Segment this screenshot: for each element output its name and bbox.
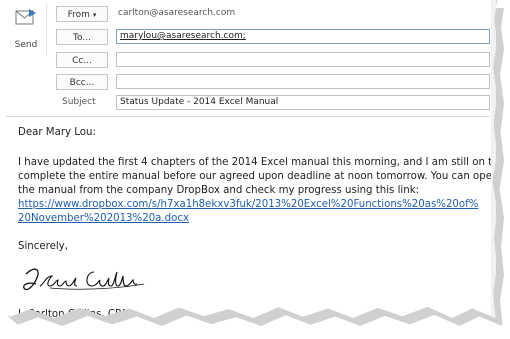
paragraph-line: I have updated the first 4 chapters of t… (18, 157, 510, 168)
cc-button[interactable]: Cc... (56, 52, 108, 68)
send-label: Send (14, 40, 38, 50)
subject-field[interactable]: Status Update - 2014 Excel Manual (116, 95, 490, 110)
from-address: carlton@asaresearch.com (118, 8, 236, 18)
from-label: From (67, 10, 90, 20)
dropbox-link-continued[interactable]: 20November%202013%20a.docx (18, 212, 488, 226)
vertical-scrollbar[interactable] (491, 0, 496, 318)
to-label: To... (73, 33, 91, 43)
chevron-down-icon: ▾ (92, 11, 97, 19)
bcc-field[interactable] (116, 74, 490, 89)
cc-field[interactable] (116, 52, 490, 67)
send-button[interactable]: Send (6, 4, 47, 56)
email-composer-screenshot: Send From ▾ carlton@asaresearch.com To...… (0, 0, 510, 339)
bcc-button[interactable]: Bcc... (56, 74, 108, 90)
from-button[interactable]: From ▾ (56, 6, 108, 22)
subject-label: Subject (62, 97, 96, 107)
greeting: Dear Mary Lou: (18, 127, 96, 138)
dropbox-link[interactable]: https://www.dropbox.com/s/h7xa1h8ekxv3fu… (18, 198, 488, 212)
bcc-label: Bcc... (69, 78, 95, 88)
to-button[interactable]: To... (56, 29, 108, 45)
to-recipient[interactable]: marylou@asaresearch.com; (120, 31, 246, 41)
paragraph-line: the manual from the company DropBox and … (18, 185, 420, 196)
send-envelope-icon (15, 9, 36, 25)
to-field[interactable]: marylou@asaresearch.com; (116, 29, 490, 44)
message-paragraph: I have updated the first 4 chapters of t… (18, 156, 510, 226)
paragraph-line: complete the entire manual before our ag… (18, 171, 499, 182)
email-compose-window: Send From ▾ carlton@asaresearch.com To...… (0, 0, 497, 318)
closing: Sincerely, (18, 241, 68, 252)
handwritten-signature (23, 268, 145, 291)
header-divider (6, 116, 490, 117)
cc-label: Cc... (72, 56, 92, 66)
